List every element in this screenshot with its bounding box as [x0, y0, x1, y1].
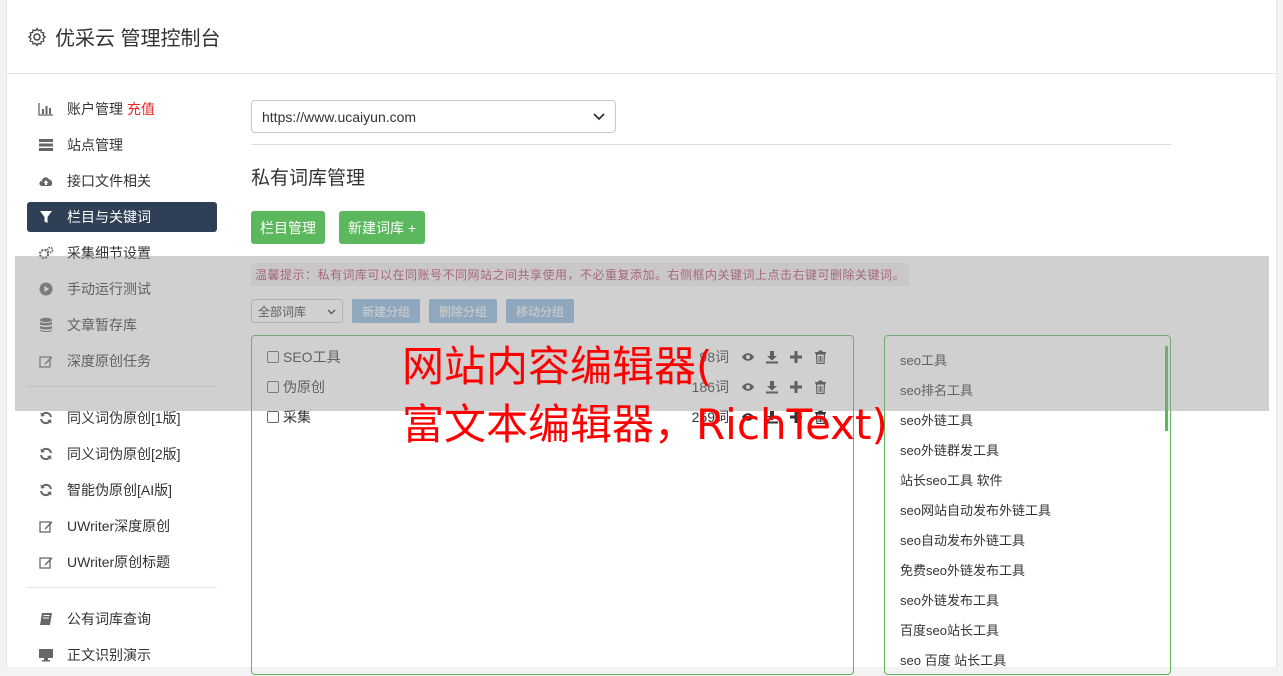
- bar-chart-icon: [38, 101, 54, 117]
- keyword-item[interactable]: seo自动发布外链工具: [900, 531, 1051, 561]
- keyword-item[interactable]: 站长seo工具 软件: [900, 471, 1051, 501]
- sidebar-item-ai-original[interactable]: 智能伪原创[AI版]: [27, 475, 217, 505]
- app-title: 优采云 管理控制台: [55, 28, 221, 50]
- sidebar-item-public-library[interactable]: 公有词库查询: [27, 604, 217, 634]
- sidebar-item-uwriter-title[interactable]: UWriter原创标题: [27, 547, 217, 577]
- edit-icon: [38, 554, 54, 570]
- sidebar-item-label: 账户管理: [67, 101, 123, 117]
- action-buttons: 栏目管理 新建词库 +: [251, 211, 1171, 244]
- cloud-upload-icon: [38, 173, 54, 189]
- sidebar-item-label: 站点管理: [67, 137, 123, 153]
- site-select-value: https://www.ucaiyun.com: [262, 108, 417, 125]
- refresh-icon: [38, 410, 54, 426]
- chevron-down-icon: [593, 110, 605, 124]
- sidebar-item-uwriter-deep[interactable]: UWriter深度原创: [27, 511, 217, 541]
- sidebar-item-account[interactable]: 账户管理 充值: [27, 94, 217, 124]
- keyword-item[interactable]: 免费seo外链发布工具: [900, 561, 1051, 591]
- top-bar: 优采云 管理控制台: [7, 0, 1276, 74]
- overlay-caption-line: 富文本编辑器，RichText): [402, 400, 888, 449]
- overlay-caption: 网站内容编辑器( 富文本编辑器，RichText): [402, 338, 888, 454]
- divider: [251, 144, 1171, 145]
- new-library-button[interactable]: 新建词库 +: [339, 211, 426, 244]
- sidebar-item-label: 公有词库查询: [67, 611, 151, 627]
- library-checkbox[interactable]: [267, 411, 279, 423]
- sidebar-item-label: 同义词伪原创[2版]: [67, 446, 181, 462]
- keyword-item[interactable]: seo外链群发工具: [900, 441, 1051, 471]
- sidebar-item-text-recognition[interactable]: 正文识别演示: [27, 640, 217, 670]
- sidebar-item-sites[interactable]: 站点管理: [27, 130, 217, 160]
- edit-icon: [38, 518, 54, 534]
- column-manage-button[interactable]: 栏目管理: [251, 211, 325, 244]
- sidebar-item-columns-keywords[interactable]: 栏目与关键词: [27, 202, 217, 232]
- gear-icon: [27, 26, 47, 47]
- sidebar-item-interface-files[interactable]: 接口文件相关: [27, 166, 217, 196]
- page-title: 私有词库管理: [251, 168, 366, 189]
- keyword-item[interactable]: seo 百度 站长工具: [900, 651, 1051, 674]
- sidebar-item-label: 同义词伪原创[1版]: [67, 410, 181, 426]
- sidebar-item-label: 正文识别演示: [67, 647, 151, 663]
- sidebar-item-label: 栏目与关键词: [67, 209, 151, 225]
- keyword-item[interactable]: 百度seo站长工具: [900, 621, 1051, 651]
- sidebar-item-label: 接口文件相关: [67, 173, 151, 189]
- book-icon: [38, 611, 54, 627]
- sidebar-item-label: UWriter深度原创: [67, 518, 171, 534]
- keyword-item[interactable]: seo外链工具: [900, 411, 1051, 441]
- sidebar-item-label: 智能伪原创[AI版]: [67, 482, 173, 498]
- sidebar-divider: [27, 587, 217, 588]
- monitor-icon: [38, 647, 54, 663]
- keyword-item[interactable]: seo网站自动发布外链工具: [900, 501, 1051, 531]
- server-icon: [38, 137, 54, 153]
- refresh-icon: [38, 446, 54, 462]
- recharge-link[interactable]: 充值: [127, 99, 155, 119]
- keyword-item[interactable]: seo外链发布工具: [900, 591, 1051, 621]
- refresh-icon: [38, 482, 54, 498]
- filter-icon: [38, 209, 54, 225]
- sidebar-item-synonym-v2[interactable]: 同义词伪原创[2版]: [27, 439, 217, 469]
- site-select[interactable]: https://www.ucaiyun.com: [251, 100, 616, 133]
- overlay-caption-line: 网站内容编辑器(: [402, 342, 713, 391]
- sidebar-item-label: UWriter原创标题: [67, 554, 171, 570]
